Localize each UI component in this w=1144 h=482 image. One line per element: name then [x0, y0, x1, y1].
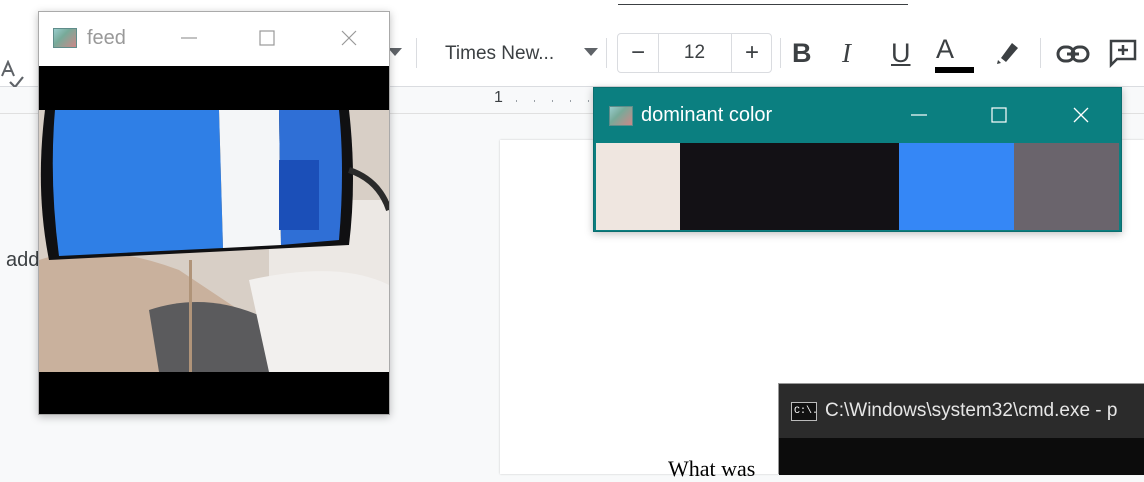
increase-font-size-button[interactable]: +: [731, 34, 772, 72]
maximize-icon: [259, 30, 275, 46]
feed-window-title: feed: [87, 27, 126, 49]
maximize-button[interactable]: [986, 100, 1012, 130]
maximize-button[interactable]: [255, 24, 279, 52]
camera-feed-image: [39, 110, 389, 372]
bold-button[interactable]: B: [792, 36, 812, 70]
insert-link-icon[interactable]: [1056, 42, 1090, 66]
add-comment-icon[interactable]: [1108, 38, 1138, 68]
color-swatch-1: [596, 143, 680, 230]
toolbar-divider: [416, 38, 417, 68]
cmd-prompt-icon: C:\.: [791, 402, 818, 421]
minimize-icon: [911, 114, 927, 116]
toolbar-divider: [606, 38, 607, 68]
color-swatch-2: [679, 143, 900, 230]
font-size-input[interactable]: 12: [658, 34, 731, 72]
camera-feed-view: [39, 66, 389, 414]
close-button[interactable]: [1068, 100, 1094, 130]
feed-window: feed: [38, 11, 390, 415]
minimize-icon: [181, 37, 197, 39]
maximize-icon: [991, 107, 1007, 123]
spellcheck-icon[interactable]: [0, 60, 24, 90]
highlight-pen-icon[interactable]: [992, 38, 1022, 68]
ruler-ticks: [516, 100, 596, 102]
text-color-button[interactable]: A: [936, 34, 954, 65]
minimize-button[interactable]: [177, 24, 201, 52]
font-size-control: − 12 +: [617, 33, 772, 73]
close-icon: [1073, 107, 1089, 123]
underline-button[interactable]: U: [891, 36, 911, 70]
toolbar-divider: [1040, 38, 1041, 68]
document-body-text[interactable]: What was: [668, 456, 755, 482]
color-swatch-4: [1014, 143, 1119, 230]
minimize-button[interactable]: [906, 100, 932, 130]
camera-frame-illustration: [39, 110, 389, 372]
text-color-swatch: [935, 67, 974, 73]
cmd-console-area[interactable]: [779, 438, 1144, 475]
color-swatch-3: [899, 143, 1015, 230]
font-dropdown-caret-icon[interactable]: [584, 48, 598, 56]
cmd-window-title: C:\Windows\system32\cmd.exe - p: [825, 400, 1118, 421]
decrease-font-size-button[interactable]: −: [618, 34, 659, 72]
cmd-titlebar[interactable]: C:\. C:\Windows\system32\cmd.exe - p: [779, 384, 1144, 438]
cmd-window: C:\. C:\Windows\system32\cmd.exe - p: [778, 383, 1144, 475]
style-dropdown-caret-icon[interactable]: [388, 48, 402, 56]
dominant-color-window: dominant color: [593, 87, 1122, 232]
toolbar-divider: [780, 38, 781, 68]
close-icon: [341, 30, 357, 46]
close-button[interactable]: [337, 24, 361, 52]
dominant-color-window-title: dominant color: [641, 104, 773, 126]
docs-title-link-underline[interactable]: [618, 0, 908, 5]
font-family-dropdown[interactable]: Times New...: [445, 40, 554, 68]
feed-titlebar[interactable]: feed: [39, 12, 389, 66]
dominant-color-swatches: [596, 143, 1119, 230]
outline-panel-text: add: [6, 249, 40, 271]
app-window-icon: [609, 106, 633, 126]
italic-button[interactable]: I: [842, 36, 851, 70]
app-window-icon: [53, 28, 77, 48]
ruler-number: 1: [494, 89, 503, 106]
